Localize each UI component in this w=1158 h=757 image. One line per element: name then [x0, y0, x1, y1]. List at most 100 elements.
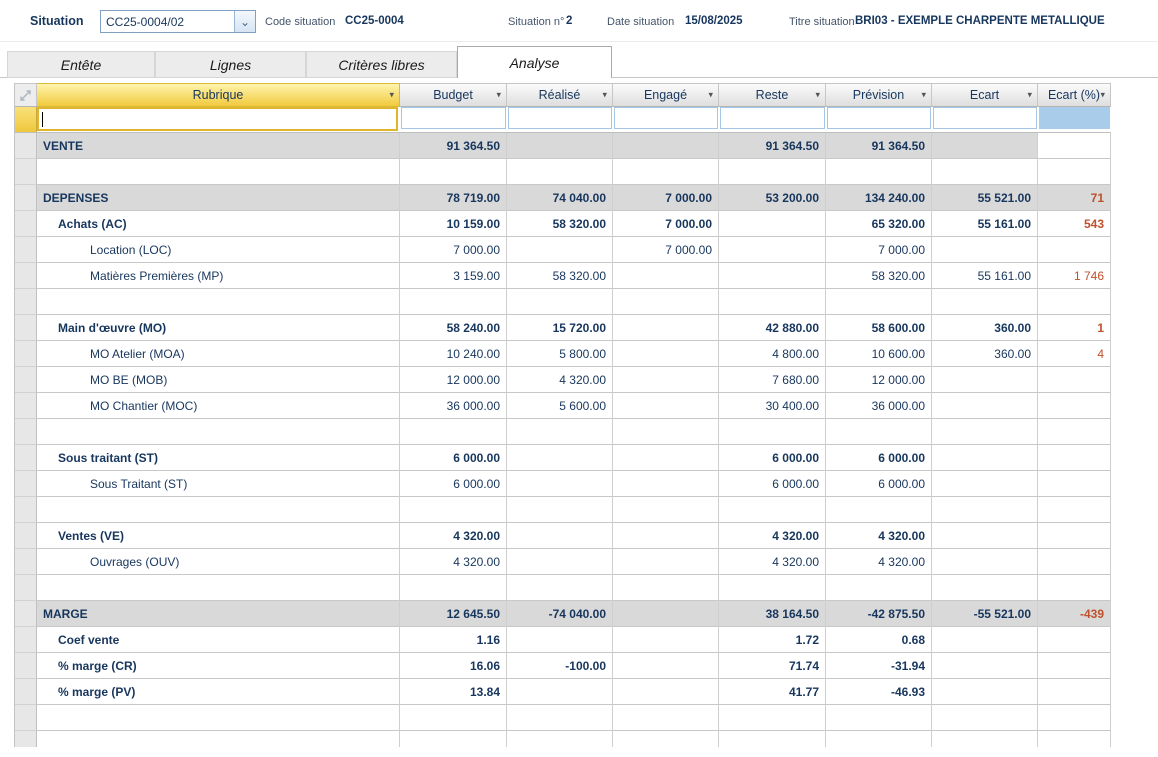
cell-prevision[interactable]: 7 000.00	[826, 237, 932, 263]
column-header-ecart-pct[interactable]: Ecart (%) ▾	[1038, 83, 1111, 107]
cell-ecart-pct[interactable]	[1038, 627, 1111, 653]
cell-budget[interactable]	[400, 419, 507, 445]
cell-engage[interactable]	[613, 575, 719, 601]
cell-rubrique[interactable]	[37, 159, 400, 185]
budget-filter-input[interactable]	[401, 107, 506, 129]
cell-budget[interactable]: 78 719.00	[400, 185, 507, 211]
cell-realise[interactable]: 5 600.00	[507, 393, 613, 419]
cell-ecart[interactable]	[932, 445, 1038, 471]
cell-engage[interactable]	[613, 159, 719, 185]
cell-budget[interactable]: 6 000.00	[400, 471, 507, 497]
cell-ecart[interactable]: -55 521.00	[932, 601, 1038, 627]
cell-ecart-pct[interactable]	[1038, 237, 1111, 263]
cell-reste[interactable]: 4 320.00	[719, 549, 826, 575]
cell-ecart-pct[interactable]	[1038, 549, 1111, 575]
cell-ecart-pct[interactable]	[1038, 575, 1111, 601]
cell-rubrique[interactable]	[37, 497, 400, 523]
cell-reste[interactable]: 7 680.00	[719, 367, 826, 393]
row-selector[interactable]	[15, 549, 37, 575]
cell-reste[interactable]	[719, 289, 826, 315]
cell-budget[interactable]: 58 240.00	[400, 315, 507, 341]
filter-dropdown-icon[interactable]: ▾	[921, 90, 926, 101]
row-selector[interactable]	[15, 185, 37, 211]
cell-realise[interactable]	[507, 523, 613, 549]
cell-reste[interactable]: 71.74	[719, 653, 826, 679]
cell-reste[interactable]: 6 000.00	[719, 445, 826, 471]
cell-ecart-pct[interactable]	[1038, 471, 1111, 497]
cell-rubrique[interactable]: Location (LOC)	[37, 237, 400, 263]
cell-engage[interactable]	[613, 445, 719, 471]
cell-realise[interactable]: 58 320.00	[507, 211, 613, 237]
column-header-realise[interactable]: Réalisé ▾	[507, 83, 613, 107]
cell-ecart-pct[interactable]: -439	[1038, 601, 1111, 627]
cell-ecart-pct[interactable]	[1038, 705, 1111, 731]
row-selector[interactable]	[15, 601, 37, 627]
cell-rubrique[interactable]: Ventes (VE)	[37, 523, 400, 549]
cell-realise[interactable]: 58 320.00	[507, 263, 613, 289]
cell-ecart[interactable]: 360.00	[932, 341, 1038, 367]
cell-reste[interactable]	[719, 159, 826, 185]
cell-prevision[interactable]: -46.93	[826, 679, 932, 705]
cell-budget[interactable]: 4 320.00	[400, 523, 507, 549]
cell-prevision[interactable]: 36 000.00	[826, 393, 932, 419]
cell-rubrique[interactable]	[37, 289, 400, 315]
column-header-reste[interactable]: Reste ▾	[719, 83, 826, 107]
cell-ecart[interactable]	[932, 419, 1038, 445]
cell-rubrique[interactable]: Achats (AC)	[37, 211, 400, 237]
cell-reste[interactable]: 1.72	[719, 627, 826, 653]
row-selector[interactable]	[15, 419, 37, 445]
cell-rubrique[interactable]: VENTE	[37, 133, 400, 159]
cell-reste[interactable]: 53 200.00	[719, 185, 826, 211]
cell-engage[interactable]	[613, 393, 719, 419]
cell-realise[interactable]: 4 320.00	[507, 367, 613, 393]
cell-rubrique[interactable]: Sous traitant (ST)	[37, 445, 400, 471]
cell-ecart-pct[interactable]	[1038, 445, 1111, 471]
filter-dropdown-icon[interactable]: ▾	[1100, 90, 1105, 101]
situation-combobox[interactable]: CC25-0004/02 ⌄	[100, 10, 256, 33]
column-header-ecart[interactable]: Ecart ▾	[932, 83, 1038, 107]
cell-rubrique[interactable]: DEPENSES	[37, 185, 400, 211]
cell-prevision[interactable]: 10 600.00	[826, 341, 932, 367]
cell-rubrique[interactable]: Sous Traitant (ST)	[37, 471, 400, 497]
cell-realise[interactable]: 74 040.00	[507, 185, 613, 211]
cell-engage[interactable]	[613, 367, 719, 393]
cell-ecart[interactable]	[932, 367, 1038, 393]
cell-reste[interactable]	[719, 263, 826, 289]
cell-engage[interactable]	[613, 471, 719, 497]
select-all-corner[interactable]	[15, 83, 37, 107]
row-selector[interactable]	[15, 705, 37, 731]
cell-realise[interactable]	[507, 159, 613, 185]
cell-budget[interactable]: 6 000.00	[400, 445, 507, 471]
cell-ecart[interactable]	[932, 627, 1038, 653]
cell-ecart[interactable]	[932, 549, 1038, 575]
cell-budget[interactable]: 12 000.00	[400, 367, 507, 393]
cell-budget[interactable]	[400, 705, 507, 731]
cell-reste[interactable]: 42 880.00	[719, 315, 826, 341]
cell-reste[interactable]	[719, 705, 826, 731]
column-header-engage[interactable]: Engagé ▾	[613, 83, 719, 107]
cell-rubrique[interactable]	[37, 575, 400, 601]
cell-prevision[interactable]: 0.68	[826, 627, 932, 653]
cell-budget[interactable]: 12 645.50	[400, 601, 507, 627]
cell-ecart-pct[interactable]	[1038, 523, 1111, 549]
cell-reste[interactable]: 91 364.50	[719, 133, 826, 159]
cell-realise[interactable]: 5 800.00	[507, 341, 613, 367]
cell-ecart-pct[interactable]	[1038, 133, 1111, 159]
cell-prevision[interactable]	[826, 419, 932, 445]
cell-rubrique[interactable]: MARGE	[37, 601, 400, 627]
cell-prevision[interactable]: 12 000.00	[826, 367, 932, 393]
cell-engage[interactable]	[613, 289, 719, 315]
cell-prevision[interactable]	[826, 289, 932, 315]
cell-ecart[interactable]	[932, 679, 1038, 705]
cell-realise[interactable]	[507, 471, 613, 497]
cell-prevision[interactable]: 58 600.00	[826, 315, 932, 341]
filter-dropdown-icon[interactable]: ▾	[708, 90, 713, 101]
row-selector[interactable]	[15, 575, 37, 601]
rubrique-filter-input[interactable]	[37, 107, 398, 131]
cell-realise[interactable]	[507, 419, 613, 445]
cell-budget[interactable]: 1.16	[400, 627, 507, 653]
cell-realise[interactable]	[507, 497, 613, 523]
column-header-prevision[interactable]: Prévision ▾	[826, 83, 932, 107]
cell-ecart-pct[interactable]	[1038, 159, 1111, 185]
cell-reste[interactable]: 4 800.00	[719, 341, 826, 367]
